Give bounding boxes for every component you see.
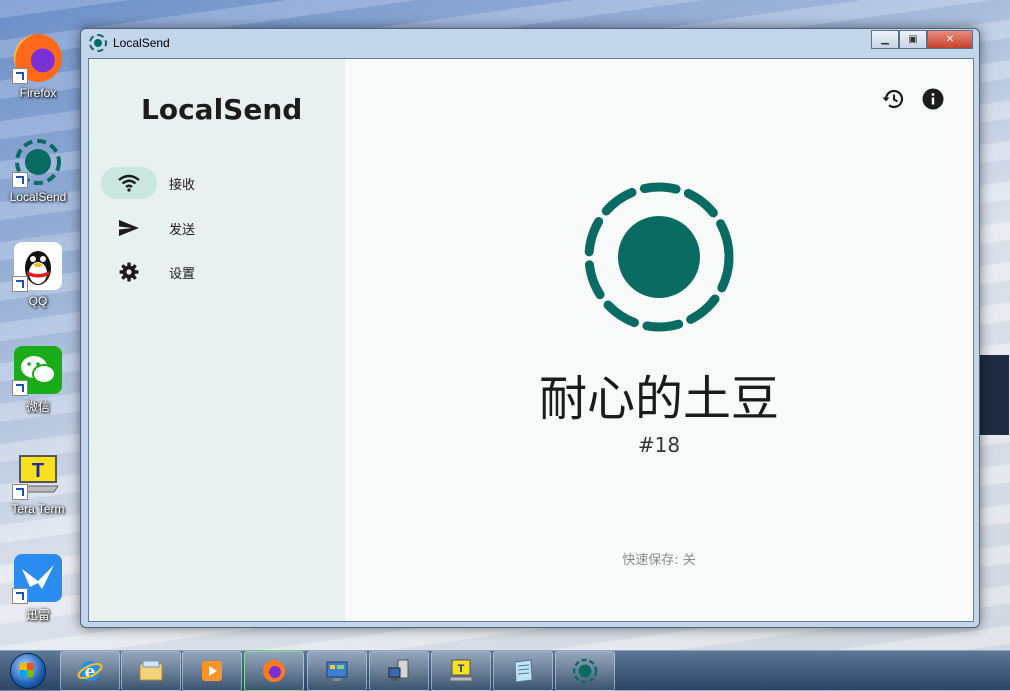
firefox-icon	[263, 660, 285, 682]
desktop-icon-label: Firefox	[19, 86, 57, 100]
desktop-icon-wechat[interactable]: 微信	[5, 342, 71, 426]
sidebar-item-settings[interactable]: 设置	[101, 255, 331, 289]
taskbar-item-teraterm[interactable]: T	[431, 651, 491, 691]
shortcut-arrow-icon	[12, 276, 28, 292]
shortcut-arrow-icon	[12, 484, 28, 500]
taskbar-item-network[interactable]	[369, 651, 429, 691]
svg-text:T: T	[32, 460, 44, 482]
localsend-icon	[89, 34, 107, 52]
shortcut-arrow-icon	[12, 588, 28, 604]
close-button[interactable]: ✕	[927, 30, 973, 49]
taskbar-item-localsend[interactable]	[555, 651, 615, 691]
xunlei-icon	[12, 554, 62, 604]
nav-pill	[101, 212, 157, 244]
desktop-icon-label: 微信	[25, 400, 50, 414]
sidebar-item-label: 设置	[169, 266, 196, 282]
teraterm-icon: T	[12, 450, 62, 500]
desktop-icon-qq[interactable]: QQ	[5, 238, 71, 322]
localsend-logo-icon	[584, 182, 734, 332]
close-icon: ✕	[945, 34, 955, 45]
windows-start-icon	[10, 652, 46, 689]
app-client-area: LocalSend 接收 发送 设置 耐心的土豆 #18 快速保存: 关	[88, 58, 974, 622]
taskbar-item-firefox[interactable]	[244, 651, 304, 691]
desktop-icon-teraterm[interactable]: T Tera Term	[5, 446, 71, 530]
nav-pill	[101, 167, 157, 199]
taskbar-item-explorer[interactable]	[121, 651, 181, 691]
app-brand-title: LocalSend	[141, 93, 303, 126]
desktop-icon-xunlei[interactable]: 迅雷	[5, 550, 71, 634]
device-name: 耐心的土豆	[538, 371, 779, 427]
history-icon	[882, 89, 904, 109]
teraterm-icon: T	[449, 659, 473, 682]
nav-pill	[101, 256, 157, 288]
desktop-icon-label: 迅雷	[25, 608, 50, 622]
svg-text:T: T	[458, 663, 465, 675]
info-button[interactable]	[921, 87, 945, 111]
minimize-icon: ▁	[881, 34, 889, 45]
taskbar-item-mediaplayer[interactable]	[182, 651, 242, 691]
gear-icon	[119, 262, 139, 282]
taskbar-item-ie[interactable]: e	[60, 651, 120, 691]
localsend-icon	[572, 658, 598, 684]
window-controls: ▁ ▣ ✕	[871, 30, 973, 49]
desktop-icon-label: QQ	[28, 294, 48, 308]
device-number: #18	[637, 433, 681, 457]
file-explorer-icon	[139, 660, 163, 681]
maximize-button[interactable]: ▣	[899, 30, 927, 49]
wifi-icon	[118, 174, 140, 192]
network-icon	[388, 659, 409, 681]
localsend-icon	[12, 138, 62, 188]
shortcut-arrow-icon	[12, 172, 28, 188]
sidebar: LocalSend 接收 发送 设置	[89, 59, 345, 621]
desktop-icon-label: Tera Term	[11, 502, 65, 516]
internet-explorer-icon: e	[77, 661, 103, 682]
shortcut-arrow-icon	[12, 68, 28, 84]
info-icon	[922, 88, 944, 110]
sidebar-item-label: 接收	[169, 177, 196, 193]
taskbar: e T	[0, 650, 1010, 691]
minimize-button[interactable]: ▁	[871, 30, 899, 49]
desktop-icon-label: LocalSend	[9, 190, 67, 204]
maximize-icon: ▣	[908, 34, 918, 45]
desktop-icon-localsend[interactable]: LocalSend	[5, 134, 71, 218]
taskbar-item-notepad[interactable]	[493, 651, 553, 691]
desktop-icon-firefox[interactable]: Firefox	[5, 30, 71, 114]
sidebar-item-label: 发送	[169, 222, 196, 238]
media-player-icon	[202, 661, 222, 681]
window-titlebar[interactable]: LocalSend ▁ ▣ ✕	[81, 29, 979, 57]
firefox-icon	[12, 34, 62, 84]
send-icon	[119, 220, 139, 236]
quick-save-status[interactable]: 快速保存: 关	[345, 549, 973, 568]
shortcut-arrow-icon	[12, 380, 28, 396]
sidebar-item-receive[interactable]: 接收	[101, 166, 331, 200]
sidebar-item-send[interactable]: 发送	[101, 211, 331, 245]
history-button[interactable]	[881, 87, 905, 111]
qq-icon	[12, 242, 62, 292]
localsend-window: LocalSend ▁ ▣ ✕ LocalSend 接收 发送 设置 耐心的土豆…	[80, 28, 980, 628]
taskbar-item-controlpanel[interactable]	[307, 651, 367, 691]
wechat-icon	[12, 346, 62, 396]
notepad-icon	[514, 659, 533, 683]
window-title: LocalSend	[113, 36, 170, 50]
control-panel-icon	[326, 661, 348, 681]
receive-panel: 耐心的土豆 #18 快速保存: 关	[345, 59, 973, 621]
start-button[interactable]	[2, 651, 54, 690]
